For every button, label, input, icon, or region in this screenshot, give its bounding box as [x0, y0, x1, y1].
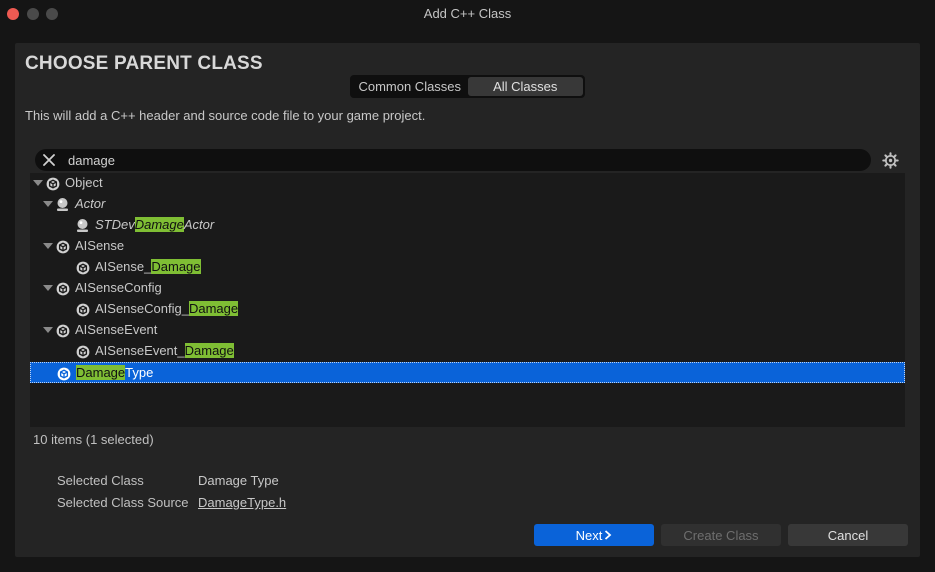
uobject-icon: [75, 260, 90, 275]
tree-row[interactable]: DamageType: [30, 362, 905, 383]
label-text: AISenseConfig_: [95, 301, 189, 316]
uobject-icon: [55, 323, 70, 338]
tree-row-label: DamageType: [76, 365, 153, 380]
tab-all-classes[interactable]: All Classes: [467, 77, 583, 96]
tree-row[interactable]: STDevDamageActor: [30, 215, 905, 236]
expand-arrow-icon[interactable]: [43, 285, 53, 291]
selected-class-label: Selected Class: [57, 473, 144, 488]
expand-arrow-icon[interactable]: [43, 243, 53, 249]
tree-row-label: AISenseEvent: [75, 322, 157, 337]
search-match-highlight: Damage: [184, 343, 234, 358]
tree-row[interactable]: Actor: [30, 194, 905, 215]
uobject-icon: [45, 176, 60, 191]
create-class-button[interactable]: Create Class: [661, 524, 781, 546]
search-match-highlight: Damage: [76, 365, 126, 380]
label-text: Object: [65, 175, 103, 190]
label-text: AISense_: [95, 259, 152, 274]
expand-arrow-icon[interactable]: [43, 201, 53, 207]
tree-row[interactable]: AISenseEvent: [30, 320, 905, 341]
search-input[interactable]: damage: [35, 149, 871, 171]
tree-row[interactable]: AISense_Damage: [30, 257, 905, 278]
actor-icon: [55, 197, 70, 212]
uobject-icon: [55, 239, 70, 254]
label-text: STDev: [95, 217, 135, 232]
uobject-icon: [75, 302, 90, 317]
cancel-button[interactable]: Cancel: [788, 524, 908, 546]
search-match-highlight: Damage: [151, 259, 201, 274]
class-filter-tabs: Common Classes All Classes: [350, 75, 585, 98]
chevron-right-icon: [604, 530, 612, 540]
label-text: Type: [125, 365, 154, 380]
selected-source-link[interactable]: DamageType.h: [198, 495, 286, 510]
expand-arrow-icon[interactable]: [33, 180, 43, 186]
expand-arrow-icon[interactable]: [43, 327, 53, 333]
tree-row[interactable]: Object: [30, 173, 905, 194]
label-text: AISenseConfig: [75, 280, 162, 295]
uobject-icon: [75, 344, 90, 359]
tree-row-label: AISense_Damage: [95, 259, 201, 274]
search-match-highlight: Damage: [134, 217, 184, 232]
uobject-icon: [55, 281, 70, 296]
next-button-label: Next: [575, 527, 603, 543]
tree-row[interactable]: AISenseConfig_Damage: [30, 299, 905, 320]
tree-row-label: Object: [65, 175, 103, 190]
tree-row-label: Actor: [75, 196, 105, 211]
title-bar: Add C++ Class: [0, 0, 935, 28]
tree-row-label: AISenseConfig_Damage: [95, 301, 239, 316]
tree-row-label: AISense: [75, 238, 124, 253]
class-tree-view[interactable]: Object Actor STDevDamageActor AISense AISens…: [30, 173, 905, 427]
label-text: Actor: [75, 196, 106, 211]
tree-row[interactable]: AISenseConfig: [30, 278, 905, 299]
item-count-status: 10 items (1 selected): [33, 432, 154, 447]
tab-common-classes[interactable]: Common Classes: [352, 77, 468, 96]
label-text: AISenseEvent_: [95, 343, 185, 358]
search-value: damage: [68, 152, 115, 168]
label-text: AISense: [75, 238, 125, 253]
label-text: Actor: [183, 217, 215, 232]
selected-source-label: Selected Class Source: [57, 495, 189, 510]
window-title: Add C++ Class: [423, 6, 512, 21]
search-match-highlight: Damage: [188, 301, 239, 316]
settings-gear-icon[interactable]: [881, 151, 899, 169]
tree-row-label: AISenseEvent_Damage: [95, 343, 234, 358]
page-title: CHOOSE PARENT CLASS: [25, 53, 263, 74]
tree-row-label: AISenseConfig: [75, 280, 162, 295]
uobject-icon: [56, 366, 71, 381]
tree-row[interactable]: AISense: [30, 236, 905, 257]
add-class-dialog: CHOOSE PARENT CLASS Common Classes All C…: [15, 43, 920, 557]
label-text: AISenseEvent: [75, 322, 158, 337]
tree-row[interactable]: AISenseEvent_Damage: [30, 341, 905, 362]
tree-row-label: STDevDamageActor: [95, 217, 214, 232]
clear-search-icon[interactable]: [37, 149, 61, 171]
dialog-description: This will add a C++ header and source co…: [25, 108, 426, 123]
selected-class-value: Damage Type: [198, 473, 279, 488]
actor-icon: [75, 218, 90, 233]
next-button[interactable]: Next: [534, 524, 654, 546]
